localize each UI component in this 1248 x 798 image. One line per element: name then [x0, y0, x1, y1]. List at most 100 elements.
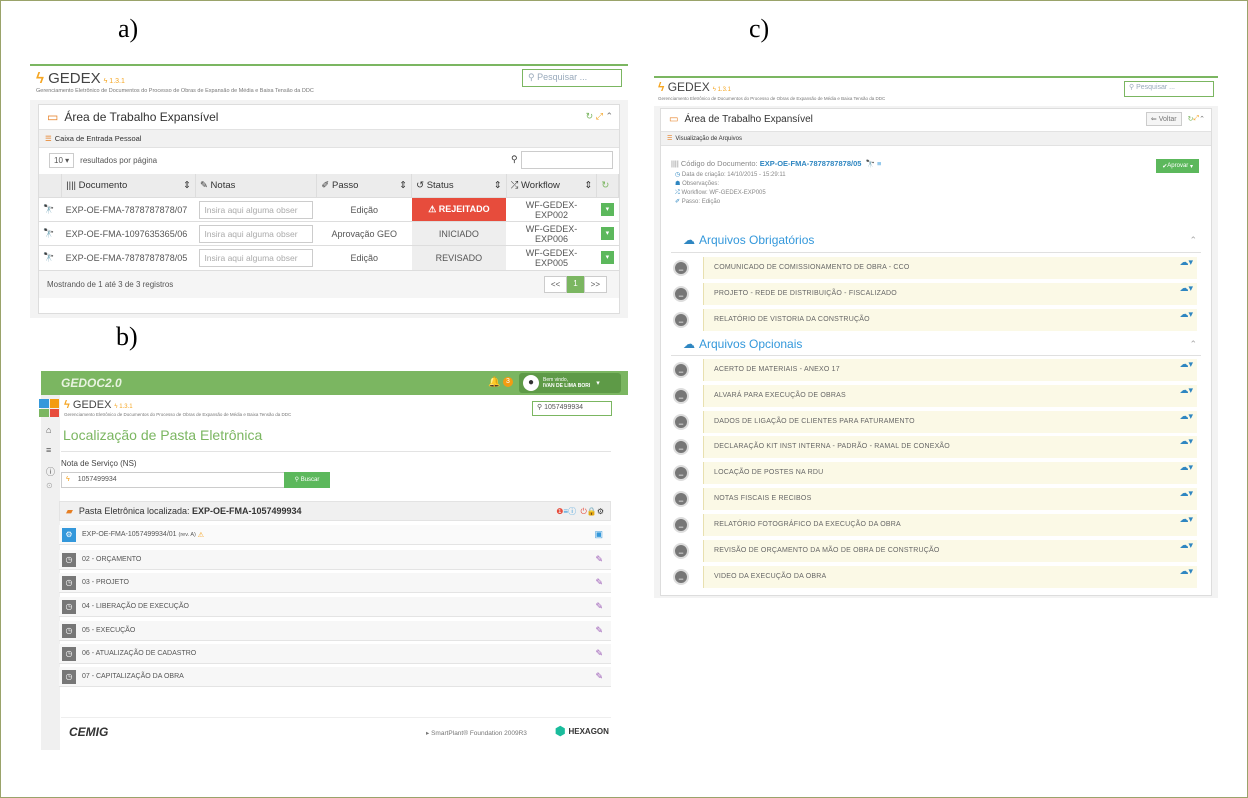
user-menu[interactable]: ● Bem vindo, IVAN DE LIMA BORI ▾ [519, 373, 621, 393]
chevron-down-icon[interactable]: ▾ [600, 251, 614, 265]
upload-cloud-icon[interactable]: ☁▾ [1179, 359, 1193, 370]
search-input[interactable]: ⚲ Pesquisar ... [1124, 81, 1214, 97]
lock-icon[interactable]: 🔒 [587, 507, 597, 516]
row-doc: EXP-OE-FMA-7878787878/07 [61, 197, 196, 222]
gedex-logo: ϟ GEDEX ϟ 1.3.1 [658, 80, 731, 94]
upload-cloud-icon[interactable]: ☁▾ [1179, 514, 1193, 525]
upload-cloud-icon[interactable]: ☁▾ [1179, 462, 1193, 473]
collapse-required-icon[interactable]: ⌃ [1189, 235, 1197, 246]
page-next[interactable]: >> [583, 275, 607, 293]
list-item[interactable]: − COMUNICADO DE COMISSIONAMENTO DE OBRA -… [673, 257, 1197, 279]
list-item[interactable]: − ALVARÁ PARA EXECUÇÃO DE OBRAS ☁▾ [673, 385, 1197, 407]
pencil-icon[interactable]: ✎ [595, 554, 603, 565]
collapse-icon[interactable]: ⌃ [1199, 115, 1205, 123]
list-item[interactable]: ◷ 04 - LIBERAÇÃO DE EXECUÇÃO ✎ [59, 597, 611, 617]
per-page-select[interactable]: 10 ▾ [49, 153, 75, 168]
list-item[interactable]: ◷ 02 - ORÇAMENTO ✎ [59, 550, 611, 570]
list-item[interactable]: − VIDEO DA EXECUÇÃO DA OBRA ☁▾ [673, 566, 1197, 588]
home-icon[interactable]: ⌂ [46, 425, 51, 435]
bell-icon[interactable]: 🔔 [488, 377, 500, 388]
upload-cloud-icon[interactable]: ☁▾ [1179, 411, 1193, 422]
clock-icon: ◷ [62, 623, 76, 638]
list-item[interactable]: ◷ 05 - EXECUÇÃO ✎ [59, 621, 611, 641]
list-item[interactable]: − ACERTO DE MATERIAIS - ANEXO 17 ☁▾ [673, 359, 1197, 381]
page-current[interactable]: 1 [567, 275, 584, 293]
note-input[interactable]: Insira aqui alguma obser [199, 224, 313, 243]
expand-rail-icon[interactable]: ⊙ [46, 481, 53, 490]
meta-date: ◷ Data de criação: 14/10/2015 - 15:29:11 [675, 172, 786, 178]
list-icon[interactable]: ≡ [46, 445, 51, 455]
upload-cloud-icon[interactable]: ☁▾ [1179, 566, 1193, 577]
table-row[interactable]: 🔭 EXP-OE-FMA-1097635365/06 Insira aqui a… [39, 221, 619, 246]
file-label: REVISÃO DE ORÇAMENTO DA MÃO DE OBRA DE C… [703, 540, 1197, 562]
col-action[interactable]: ↻ [596, 174, 619, 198]
list-item[interactable]: ◷ 07 - CAPITALIZAÇÃO DA OBRA ✎ [59, 667, 611, 687]
upload-cloud-icon[interactable]: ☁▾ [1179, 488, 1193, 499]
binoculars-icon[interactable]: 🔭 [39, 197, 62, 222]
upload-cloud-icon[interactable]: ☁▾ [1179, 309, 1193, 320]
table-row[interactable]: 🔭 EXP-OE-FMA-7878787878/05 Insira aqui a… [39, 245, 619, 270]
file-label: PROJETO - REDE DE DISTRIBUIÇÃO - FISCALI… [703, 283, 1197, 305]
row-workflow: WF-GEDEX-EXP002 [506, 197, 597, 222]
doc-status-icon: − [673, 286, 689, 302]
binoculars-icon[interactable]: 🔭 [39, 221, 62, 246]
approve-button[interactable]: ✔ Aprovar ▾ [1156, 159, 1199, 173]
ns-field-input[interactable]: ϟ 1057499934 [61, 472, 285, 488]
chevron-down-icon[interactable]: ▾ [600, 227, 614, 240]
list-item[interactable]: − LOCAÇÃO DE POSTES NA RDU ☁▾ [673, 462, 1197, 484]
files-subtab[interactable]: ☰ Visualização de Arquivos [661, 131, 1211, 146]
list-item[interactable]: − NOTAS FISCAIS E RECIBOS ☁▾ [673, 488, 1197, 510]
page-title: Localização de Pasta Eletrônica [63, 427, 263, 443]
binoculars-icon[interactable]: 🔭 [39, 245, 62, 270]
pencil-icon[interactable]: ✎ [595, 671, 603, 682]
col-notas[interactable]: ✎ Notas [195, 174, 318, 198]
search-icon: ⚲ [537, 404, 543, 411]
list-item[interactable]: − REVISÃO DE ORÇAMENTO DA MÃO DE OBRA DE … [673, 540, 1197, 562]
save-icon[interactable]: ▣ [594, 529, 603, 540]
menu-icon[interactable]: ≡ [877, 159, 881, 168]
search-button[interactable]: ⚲ Buscar [284, 472, 330, 488]
col-status[interactable]: ↺ Status ⇕ [411, 174, 507, 198]
chevron-down-icon[interactable]: ▾ [600, 203, 614, 216]
list-item[interactable]: − PROJETO - REDE DE DISTRIBUIÇÃO - FISCAL… [673, 283, 1197, 305]
pencil-icon[interactable]: ✎ [595, 625, 603, 636]
upload-cloud-icon[interactable]: ☁▾ [1179, 540, 1193, 551]
cloud-icon: ☁ [683, 337, 695, 351]
table-row[interactable]: 🔭 EXP-OE-FMA-7878787878/07 Insira aqui a… [39, 197, 619, 222]
list-item[interactable]: − RELATÓRIO DE VISTORIA DA CONSTRUÇÃO ☁▾ [673, 309, 1197, 331]
refresh-icon[interactable]: ↻ [586, 111, 594, 121]
search-input[interactable]: ⚲ Pesquisar ... [522, 69, 622, 87]
pencil-icon[interactable]: ✎ [595, 648, 603, 659]
doc-row-rev: (rev. A) [178, 531, 196, 538]
list-item[interactable]: − RELATÓRIO FOTOGRÁFICO DA EXECUÇÃO DA OB… [673, 514, 1197, 536]
col-passo[interactable]: ✐ Passo ⇕ [316, 174, 413, 198]
binoculars-icon[interactable]: 🔭 [866, 159, 875, 168]
row-workflow: WF-GEDEX-EXP006 [506, 221, 597, 246]
info-icon[interactable]: ⓘ [46, 465, 55, 478]
page-prev[interactable]: << [543, 275, 568, 293]
back-button[interactable]: ⇐ Voltar [1145, 112, 1182, 126]
search-input[interactable]: ⚲ 1057499934 [532, 401, 612, 416]
note-input[interactable]: Insira aqui alguma obser [199, 248, 313, 267]
pencil-icon[interactable]: ✎ [595, 601, 603, 612]
collapse-optional-icon[interactable]: ⌃ [1189, 339, 1197, 350]
col-workflow[interactable]: ⤮ Workflow ⇕ [506, 174, 598, 198]
filter-input[interactable] [521, 151, 613, 169]
pencil-icon[interactable]: ✎ [595, 577, 603, 588]
upload-cloud-icon[interactable]: ☁▾ [1179, 385, 1193, 396]
upload-cloud-icon[interactable]: ☁▾ [1179, 283, 1193, 294]
list-item[interactable]: − DECLARAÇÃO KIT INST INTERNA - PADRÃO - … [673, 436, 1197, 458]
doc-row[interactable]: ⚙ EXP-OE-FMA-1057499934/01 (rev. A) ⚠ ▣ [59, 525, 611, 545]
upload-cloud-icon[interactable]: ☁▾ [1179, 257, 1193, 268]
gear-icon[interactable]: ⚙ [597, 507, 604, 516]
col-documento[interactable]: |||| Documento ⇕ [61, 174, 196, 198]
list-item[interactable]: − DADOS DE LIGAÇÃO DE CLIENTES PARA FATUR… [673, 411, 1197, 433]
list-item[interactable]: ◷ 06 - ATUALIZAÇÃO DE CADASTRO ✎ [59, 644, 611, 664]
list-item[interactable]: ◷ 03 - PROJETO ✎ [59, 573, 611, 593]
collapse-icon[interactable]: ⌃ [605, 111, 613, 121]
note-input[interactable]: Insira aqui alguma obser [199, 200, 313, 219]
upload-cloud-icon[interactable]: ☁▾ [1179, 436, 1193, 447]
info-icon[interactable]: ⓘ [568, 507, 576, 516]
expand-icon[interactable]: ⤢ [596, 111, 603, 121]
inbox-subtab[interactable]: ☰ Caixa de Entrada Pessoal [39, 129, 619, 148]
